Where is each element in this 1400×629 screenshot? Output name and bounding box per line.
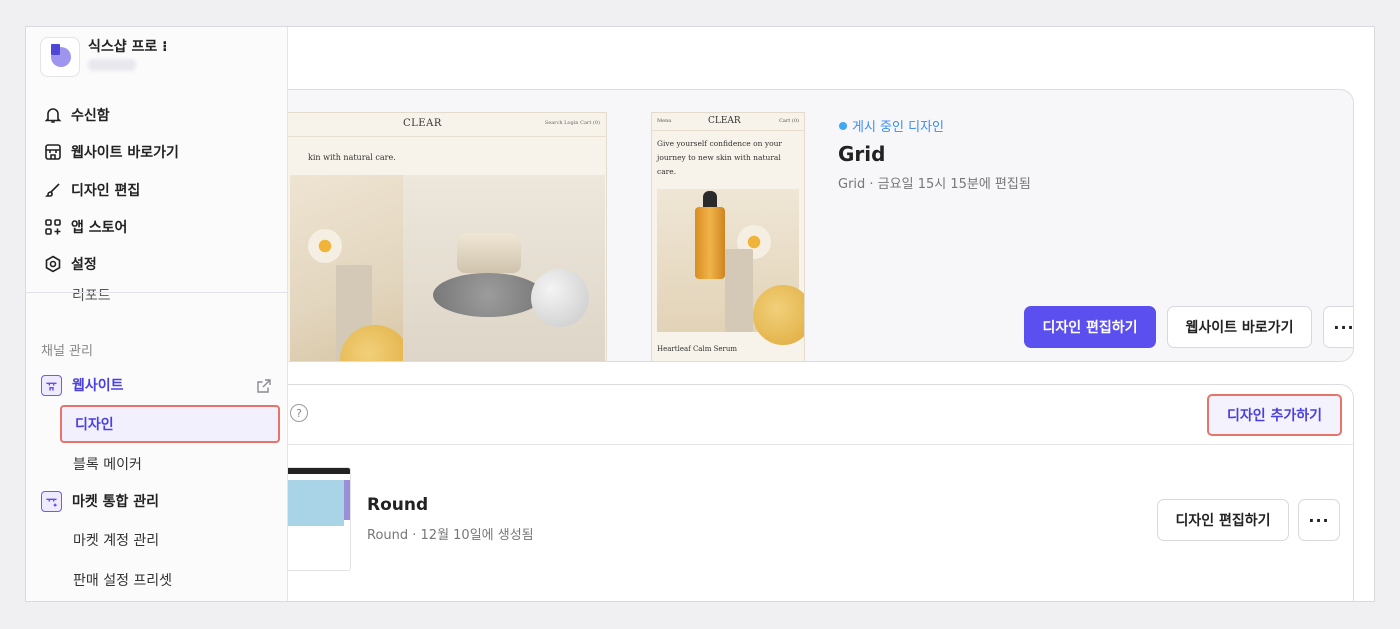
- shop-switcher[interactable]: 식스샵 프로 ⁝: [26, 27, 288, 89]
- sidebar-item-block-maker[interactable]: 블록 메이커: [60, 445, 280, 483]
- edit-design-button[interactable]: 디자인 편집하기: [1024, 306, 1156, 348]
- bell-icon: [44, 106, 62, 124]
- jar-lid-graphic: [531, 269, 589, 327]
- mobile-preview-image[interactable]: Menu CLEAR Cart (0) Give yourself confid…: [651, 112, 805, 361]
- pc-preview-photo-left: [290, 175, 410, 361]
- help-icon[interactable]: ?: [290, 404, 308, 422]
- visit-website-button[interactable]: 웹사이트 바로가기: [1167, 306, 1312, 348]
- menu-inbox[interactable]: 수신함: [44, 103, 110, 127]
- sidebar-item-sales-preset[interactable]: 판매 설정 프리셋: [60, 561, 280, 599]
- apps-icon: [44, 218, 62, 236]
- cream-jar-graphic: [457, 233, 521, 273]
- mobile-preview-photo: [657, 189, 804, 345]
- serum-bottle-graphic: [695, 207, 725, 279]
- gear-icon: [44, 255, 62, 273]
- menu-app-store-label: 앱 스토어: [71, 220, 128, 236]
- pc-preview-nav: Search Login Cart (0): [544, 120, 600, 126]
- design-list-header: ? 디자인 추가하기: [227, 385, 1353, 445]
- sidebar: 식스샵 프로 ⁝ 수신함 웹사이트 바로가기 디자인 편집 앱 스토어 설정 리…: [26, 27, 288, 601]
- more-options-button[interactable]: ···: [1298, 499, 1340, 541]
- menu-edit-design-label: 디자인 편집: [71, 183, 141, 199]
- menu-settings[interactable]: 설정: [44, 252, 97, 276]
- pc-preview-tagline: kin with natural care.: [308, 153, 396, 162]
- storefront-icon: [44, 143, 62, 161]
- menu-app-store[interactable]: 앱 스토어: [44, 215, 127, 239]
- shop-name: 식스샵 프로 ⁝: [88, 39, 168, 55]
- channel-section-label: 채널 관리: [41, 344, 93, 359]
- mobile-preview-product: Heartleaf Calm Serum: [657, 345, 738, 353]
- published-design-meta: Grid · 금요일 15시 15분에 편집됨: [838, 177, 1031, 192]
- storefront-icon: [41, 374, 62, 396]
- shop-subtitle: [88, 59, 136, 71]
- pc-preview-photo-right: [403, 175, 605, 361]
- shop-logo: [40, 37, 80, 77]
- published-status: 게시 중인 디자인: [839, 116, 944, 135]
- app-window: CLEAR Search Login Cart (0) kin with nat…: [25, 26, 1375, 602]
- published-status-label: 게시 중인 디자인: [852, 120, 944, 135]
- menu-edit-design[interactable]: 디자인 편집: [44, 178, 140, 202]
- sidebar-item-website-label: 웹사이트: [72, 378, 124, 394]
- brush-icon: [44, 181, 62, 199]
- sidebar-item-market-accounts[interactable]: 마켓 계정 관리: [60, 521, 280, 559]
- thumbnail-accent: [344, 480, 350, 520]
- sidebar-item-design[interactable]: 디자인: [60, 405, 280, 443]
- flower-graphic: [308, 229, 342, 263]
- published-design-card: CLEAR Search Login Cart (0) kin with nat…: [226, 89, 1354, 362]
- menu-visit-site-label: 웹사이트 바로가기: [71, 145, 179, 161]
- sidebar-item-market-label: 마켓 통합 관리: [72, 494, 160, 510]
- pc-preview-logo: CLEAR: [403, 118, 442, 129]
- menu-inbox-label: 수신함: [71, 108, 110, 124]
- status-dot-icon: [839, 121, 847, 130]
- mobile-preview-cart: Cart (0): [779, 118, 799, 124]
- lemon-graphic: [753, 285, 804, 345]
- mobile-preview-menu: Menu: [657, 118, 672, 124]
- menu-divider: [26, 292, 288, 293]
- design-list-card: ? 디자인 추가하기 Round Round · 12월 10일에 생성됨 디자…: [226, 384, 1354, 601]
- design-meta: Round · 12월 10일에 생성됨: [367, 528, 534, 543]
- mobile-preview-header: Menu CLEAR Cart (0): [652, 113, 804, 131]
- stone-graphic: [725, 249, 753, 332]
- rock-graphic: [433, 273, 543, 317]
- mobile-preview-logo: CLEAR: [708, 116, 741, 126]
- add-design-button[interactable]: 디자인 추가하기: [1207, 394, 1342, 436]
- mobile-preview-text: Give yourself confidence on your journey…: [657, 139, 783, 176]
- published-design-name: Grid: [838, 142, 886, 166]
- logo-bar: [51, 44, 60, 55]
- sidebar-item-website[interactable]: 웹사이트: [41, 373, 271, 397]
- menu-settings-label: 설정: [71, 257, 97, 273]
- menu-report[interactable]: 리포트: [72, 285, 111, 305]
- sidebar-item-market-integration[interactable]: 마켓 통합 관리: [41, 489, 159, 513]
- menu-visit-site[interactable]: 웹사이트 바로가기: [44, 140, 179, 164]
- design-name: Round: [367, 495, 429, 515]
- edit-design-button[interactable]: 디자인 편집하기: [1157, 499, 1289, 541]
- more-options-button[interactable]: ···: [1323, 306, 1353, 348]
- market-icon: [41, 490, 62, 512]
- external-link-icon[interactable]: [257, 378, 271, 393]
